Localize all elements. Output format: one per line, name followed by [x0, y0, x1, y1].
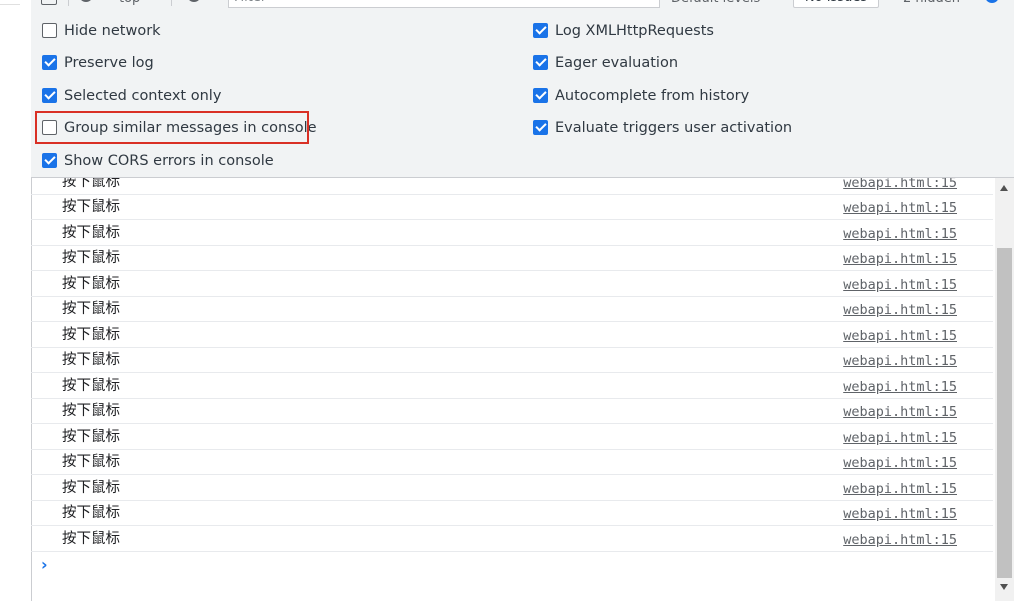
checkbox-icon[interactable]	[42, 23, 57, 38]
source-link[interactable]: webapi.html:15	[843, 199, 957, 217]
scroll-thumb[interactable]	[997, 248, 1012, 578]
log-message: 按下鼠标	[62, 301, 120, 317]
hidden-count: 2 hidden	[903, 0, 960, 8]
console-row: 按下鼠标 webapi.html:15	[31, 476, 993, 501]
console-settings-panel: Hide network Preserve log Selected conte…	[31, 8, 1014, 178]
log-message: 按下鼠标	[62, 378, 120, 394]
highlight-box	[35, 111, 309, 144]
console-row: 按下鼠标 webapi.html:15	[31, 297, 993, 322]
source-link[interactable]: webapi.html:15	[843, 301, 957, 319]
source-link[interactable]: webapi.html:15	[843, 403, 957, 421]
option-label: Eager evaluation	[555, 55, 679, 71]
checkbox-checked-icon[interactable]	[42, 55, 57, 70]
console-scrollbar[interactable]	[995, 178, 1014, 601]
console-row: 按下鼠标 webapi.html:15	[31, 450, 993, 475]
source-link[interactable]: webapi.html:15	[843, 480, 957, 498]
left-panel-edge	[0, 0, 32, 601]
gear-icon[interactable]	[985, 0, 999, 3]
console-row: 按下鼠标 webapi.html:15	[31, 221, 993, 246]
checkbox-checked-icon[interactable]	[533, 23, 548, 38]
console-row: 按下鼠标 webapi.html:15	[31, 178, 993, 195]
log-message: 按下鼠标	[62, 454, 120, 470]
checkbox-checked-icon[interactable]	[533, 88, 548, 103]
option-label: Evaluate triggers user activation	[555, 120, 793, 136]
option-label: Preserve log	[64, 55, 154, 71]
option-label: Selected context only	[64, 88, 222, 104]
log-message: 按下鼠标	[62, 352, 120, 368]
console-row: 按下鼠标 webapi.html:15	[31, 323, 993, 348]
log-message: 按下鼠标	[62, 480, 120, 496]
scroll-down-icon[interactable]	[1000, 584, 1008, 590]
source-link[interactable]: webapi.html:15	[843, 225, 957, 243]
option-label: Show CORS errors in console	[64, 153, 274, 169]
log-message: 按下鼠标	[62, 505, 120, 521]
source-link[interactable]: webapi.html:15	[843, 352, 957, 370]
source-link[interactable]: webapi.html:15	[843, 276, 957, 294]
scroll-up-icon[interactable]	[1000, 185, 1008, 191]
left-panel-mark	[0, 0, 20, 5]
clear-console-icon[interactable]	[79, 0, 93, 2]
checkbox-checked-icon[interactable]	[533, 120, 548, 135]
log-message: 按下鼠标	[62, 276, 120, 292]
log-message: 按下鼠标	[62, 250, 120, 266]
log-message: 按下鼠标	[62, 199, 120, 215]
log-message: 按下鼠标	[62, 403, 120, 419]
option-label: Autocomplete from history	[555, 88, 750, 104]
live-expression-icon[interactable]	[187, 0, 201, 2]
log-message: 按下鼠标	[62, 429, 120, 445]
source-link[interactable]: webapi.html:15	[843, 250, 957, 268]
checkbox-checked-icon[interactable]	[42, 153, 57, 168]
source-link[interactable]: webapi.html:15	[843, 178, 957, 192]
devtools-console: top Filter Default levels No Issues 2 hi…	[31, 0, 1014, 601]
log-message: 按下鼠标	[62, 178, 120, 190]
console-row: 按下鼠标 webapi.html:15	[31, 374, 993, 399]
console-row: 按下鼠标 webapi.html:15	[31, 195, 993, 220]
console-row: 按下鼠标 webapi.html:15	[31, 425, 993, 450]
checkbox-checked-icon[interactable]	[533, 55, 548, 70]
levels-dropdown[interactable]: Default levels	[671, 0, 760, 8]
console-row: 按下鼠标 webapi.html:15	[31, 501, 993, 526]
console-row: 按下鼠标 webapi.html:15	[31, 399, 993, 424]
source-link[interactable]: webapi.html:15	[843, 531, 957, 549]
console-row: 按下鼠标 webapi.html:15	[31, 348, 993, 373]
context-selector[interactable]: top	[119, 0, 140, 8]
checkbox-checked-icon[interactable]	[42, 88, 57, 103]
console-row: 按下鼠标 webapi.html:15	[31, 527, 993, 552]
console-row: 按下鼠标 webapi.html:15	[31, 246, 993, 271]
option-label: Hide network	[64, 23, 161, 39]
option-label: Log XMLHttpRequests	[555, 23, 714, 39]
toolbar-divider	[68, 0, 69, 6]
issues-button[interactable]: No Issues	[793, 0, 879, 8]
source-link[interactable]: webapi.html:15	[843, 505, 957, 523]
filter-input[interactable]: Filter	[228, 0, 660, 8]
console-messages: 按下鼠标 webapi.html:15 按下鼠标 webapi.html:15 按下…	[31, 178, 995, 601]
console-row: 按下鼠标 webapi.html:15	[31, 272, 993, 297]
source-link[interactable]: webapi.html:15	[843, 429, 957, 447]
log-message: 按下鼠标	[62, 531, 120, 547]
log-message: 按下鼠标	[62, 225, 120, 241]
console-prompt-icon[interactable]: ›	[41, 555, 48, 574]
source-link[interactable]: webapi.html:15	[843, 378, 957, 396]
toolbar-divider	[171, 0, 172, 6]
source-link[interactable]: webapi.html:15	[843, 327, 957, 345]
sidebar-toggle-icon[interactable]	[41, 0, 57, 5]
source-link[interactable]: webapi.html:15	[843, 454, 957, 472]
log-message: 按下鼠标	[62, 327, 120, 343]
